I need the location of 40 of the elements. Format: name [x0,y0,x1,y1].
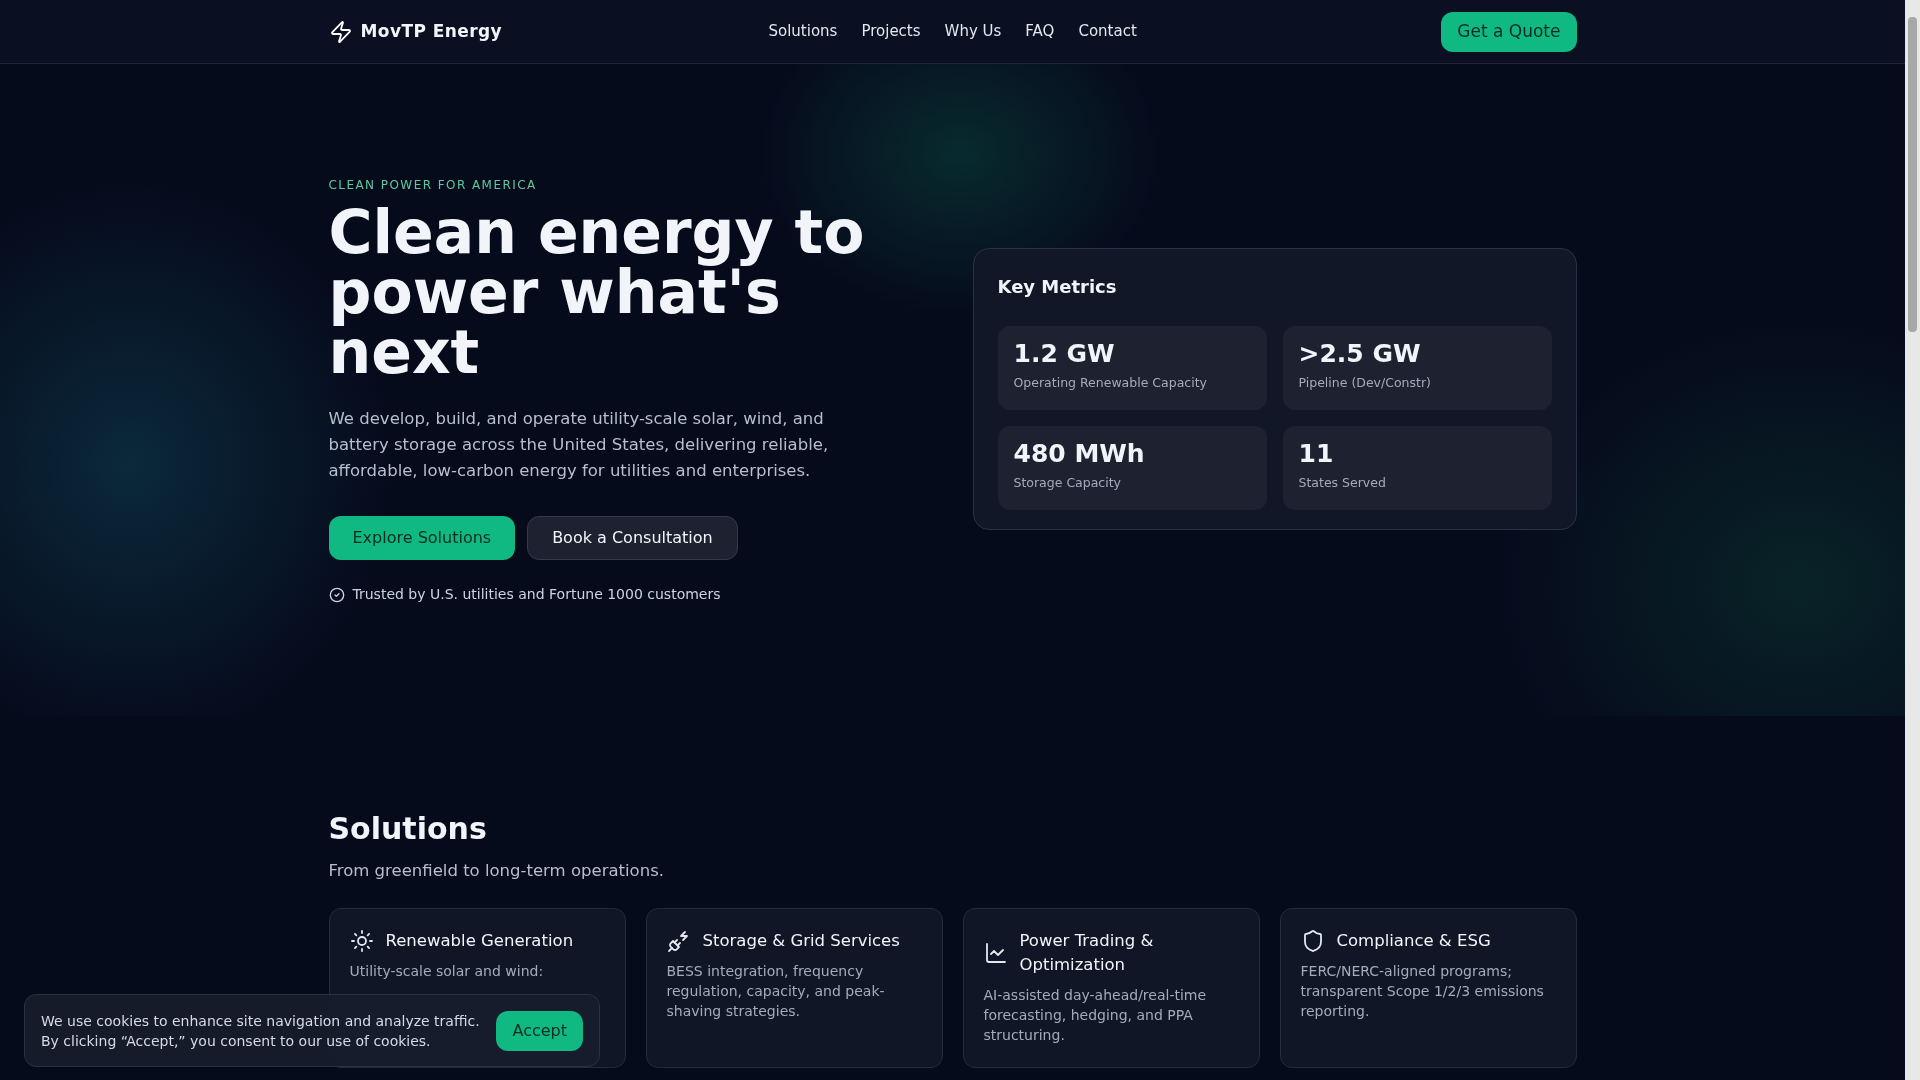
brand-logo[interactable]: MovTP Energy [360,18,503,45]
nav-link[interactable]: Solutions [768,20,838,43]
scrollbar[interactable] [1905,0,1920,1080]
cookie-text: We use cookies to enhance site navigation and analyze traffic. By clicking “Accept,” you consent to our use of cookies. [41,1011,481,1051]
hero-heading: Clean energy to power what's next [328,202,866,382]
solutions-subtitle: From greenfield to long-term operations. [328,860,665,882]
nav-link[interactable]: Why Us [944,20,1002,43]
card-description: BESS integration, frequency regulation, capacity, and peak-shaving strategies. [666,961,886,1021]
trust-text: Trusted by U.S. utilities and Fortune 1000 customers [352,585,721,604]
get-quote-button[interactable]: Get a Quote [1441,11,1577,52]
eyebrow-text: CLEAN POWER FOR AMERICA [328,177,538,194]
check-circle-icon [328,586,345,603]
solutions-heading: Solutions [328,810,488,848]
card-title: Power Trading & Optimization [1019,929,1155,976]
metric-label: Operating Renewable Capacity [1013,374,1208,392]
card-description: FERC/NERC-aligned programs; transparent Scope 1/2/3 emissions reporting. [1300,961,1545,1021]
card-title: Compliance & ESG [1336,929,1492,952]
metric-label: States Served [1298,474,1387,492]
metrics-title: Key Metrics [997,275,1118,299]
card-description: AI-assisted day-ahead/real-time forecasting, hedging, and PPA structuring. [983,985,1208,1045]
metric-label: Pipeline (Dev/Constr) [1298,374,1432,392]
nav-link[interactable]: Contact [1078,20,1137,43]
metric-value: 480 MWh [1013,438,1146,470]
sun-icon [349,928,374,953]
metric-value: 11 [1298,438,1335,470]
card-title: Storage & Grid Services [702,929,901,952]
nav-link[interactable]: FAQ [1025,20,1055,43]
card-description: Utility-scale solar and wind: [349,961,545,981]
plug-icon [666,928,691,953]
lightning-icon [328,19,353,44]
metric-value: 1.2 GW [1013,338,1116,370]
line-chart-icon [983,940,1008,965]
metric-label: Storage Capacity [1013,474,1122,492]
hero-description: We develop, build, and operate utility-scale solar, wind, and battery storage across the United States, delivering reliable, affordable, low-carbon energy for utilities and enterprises. [328,408,830,482]
accept-button[interactable]: Accept [496,1010,583,1051]
explore-button[interactable]: Explore Solutions [328,516,516,560]
metric-value: >2.5 GW [1298,338,1422,370]
consultation-button[interactable]: Book a Consultation [527,516,738,560]
card-title: Renewable Generation [385,929,575,952]
nav-link[interactable]: Projects [861,20,921,43]
